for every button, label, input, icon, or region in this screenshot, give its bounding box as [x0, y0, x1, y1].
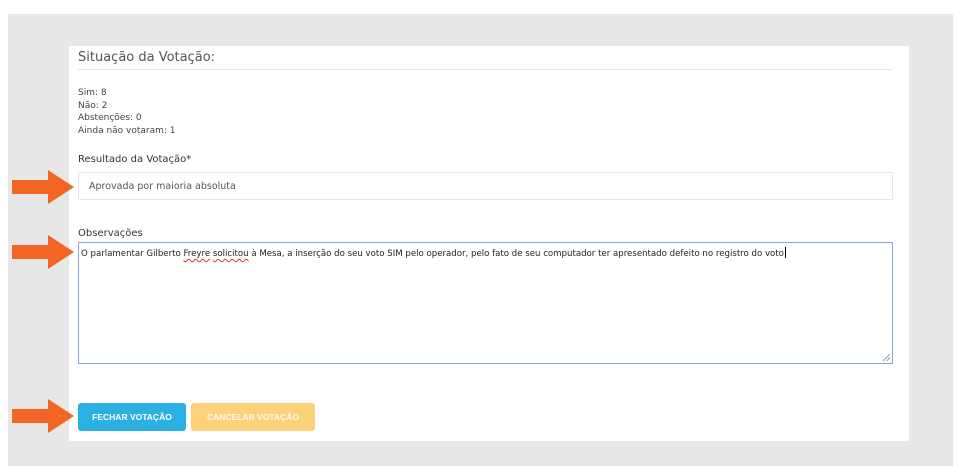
- count-sim: Sim: 8: [78, 88, 107, 98]
- count-ainda-nao-votaram: Ainda não votaram: 1: [78, 125, 176, 136]
- close-voting-button[interactable]: FECHAR VOTAÇÃO: [78, 403, 186, 431]
- text-caret: [784, 247, 786, 258]
- vote-counts: Sim: 8 Não: 2 Abstenções: 0 Ainda não vo…: [78, 87, 176, 137]
- arrow-right-icon: [12, 170, 74, 204]
- count-abstencoes: Abstenções: 0: [78, 113, 142, 123]
- resultado-input[interactable]: [78, 172, 893, 200]
- cancel-voting-button[interactable]: CANCELAR VOTAÇÃO: [191, 403, 315, 431]
- observacoes-textarea[interactable]: O parlamentar Gilberto Freyre solicitou …: [78, 242, 893, 364]
- spellcheck-word: Freyre: [183, 249, 211, 259]
- title-divider: [78, 69, 892, 70]
- spellcheck-word: solicitou: [212, 249, 249, 259]
- arrow-right-icon: [12, 235, 74, 269]
- resultado-label: Resultado da Votação*: [78, 154, 192, 165]
- arrow-right-icon: [12, 399, 74, 433]
- count-nao: Não: 2: [78, 100, 108, 111]
- resize-grip-icon[interactable]: [881, 352, 891, 362]
- observacoes-text: O parlamentar Gilberto Freyre solicitou …: [81, 247, 786, 259]
- section-title: Situação da Votação:: [78, 50, 216, 65]
- observacoes-label: Observações: [78, 228, 143, 239]
